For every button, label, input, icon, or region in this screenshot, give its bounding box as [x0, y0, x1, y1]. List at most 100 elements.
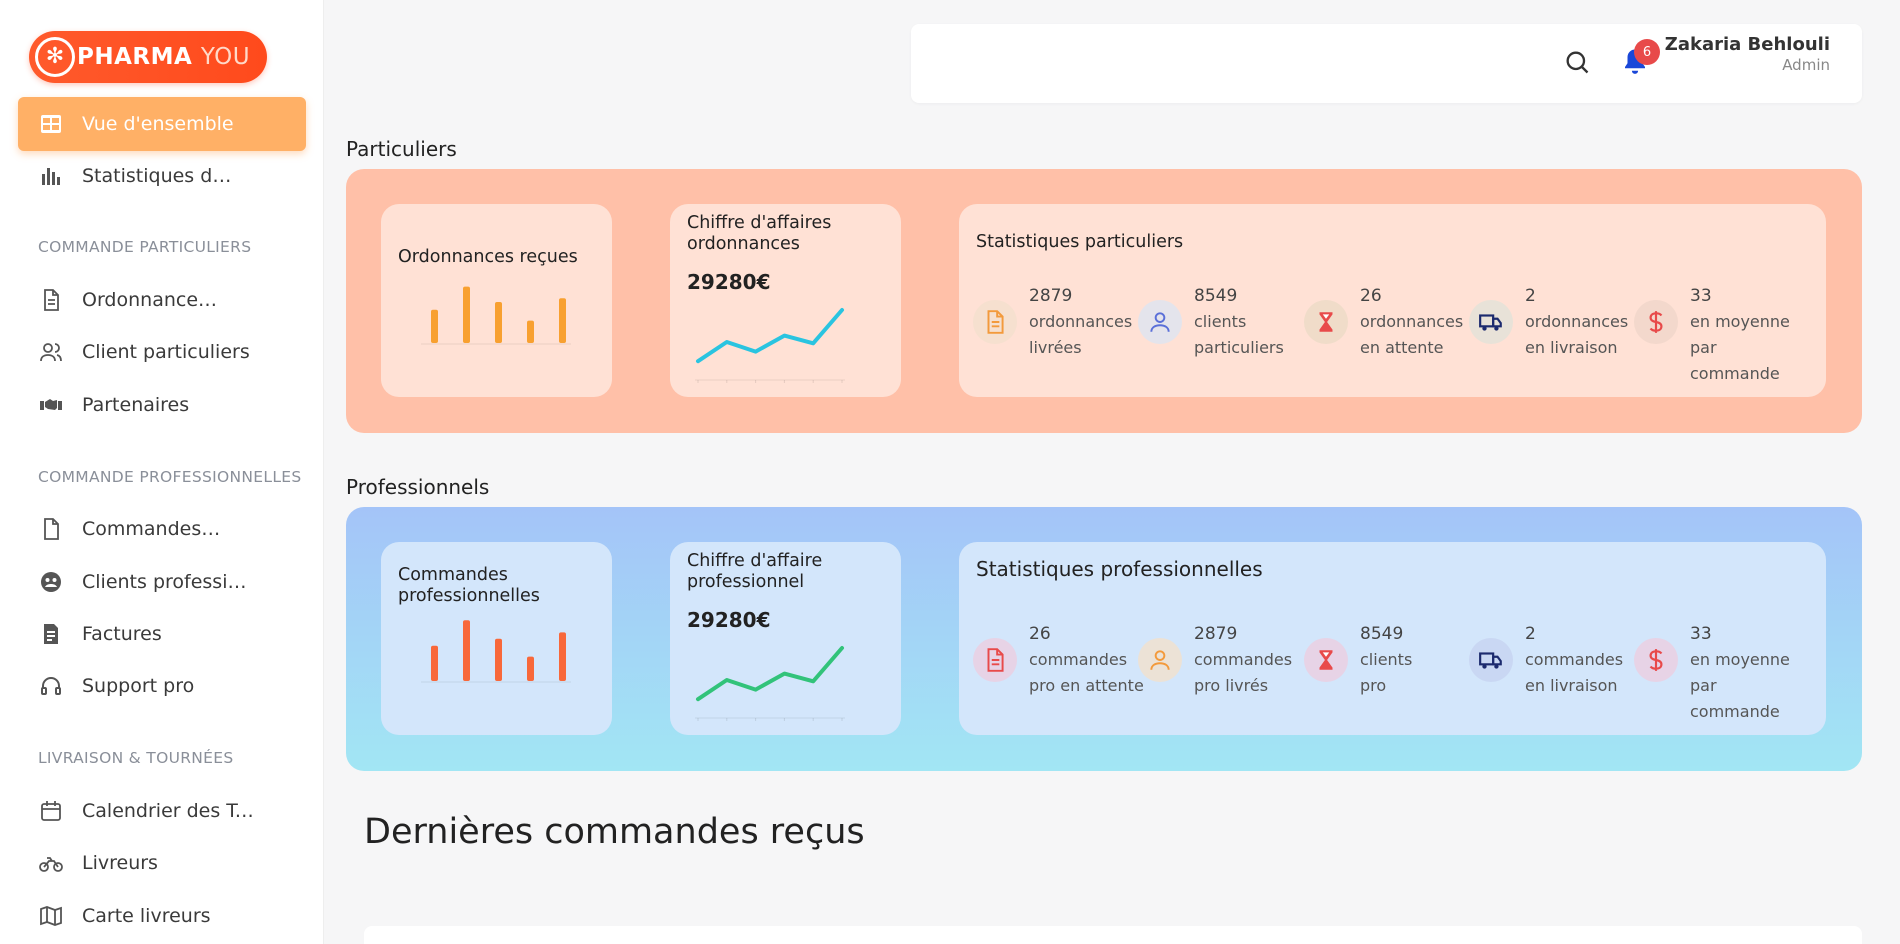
user-name[interactable]: Zakaria Behlouli: [1665, 34, 1830, 55]
chart-bar: [463, 286, 470, 343]
chart-bar: [559, 632, 566, 681]
stat-value: 8549: [1194, 286, 1238, 306]
stat-value: 26: [1360, 286, 1382, 306]
headset-icon: [38, 673, 64, 699]
mini-line-chart: [695, 308, 845, 383]
user-circle-icon: [38, 569, 64, 595]
dollar-icon: [1634, 300, 1678, 344]
logo-icon: ✻: [35, 37, 75, 77]
ordonnances-card[interactable]: Ordonnances reçues: [381, 204, 612, 397]
stat-label: en moyenne par commande: [1690, 312, 1790, 383]
sidebar-item-statistics[interactable]: Statistiques détaillées: [18, 149, 306, 203]
chart-bar: [431, 645, 438, 681]
sidebar-item-commandes[interactable]: Commandes reçues: [18, 502, 306, 556]
chart-bar: [527, 320, 534, 343]
chart-bar: [495, 638, 502, 681]
truck-icon: [1469, 638, 1513, 682]
ca-pro-card[interactable]: Chiffre d'affaire professionnel 29280€: [670, 542, 901, 735]
section-label-professionnelles: COMMANDE PROFESSIONNELLES: [38, 468, 302, 486]
sidebar-item-label: Carte livreurs: [82, 905, 211, 927]
card-title: Chiffre d'affaire professionnel: [687, 551, 823, 592]
app-logo[interactable]: ✻ PHARMA YOU: [29, 31, 267, 83]
handshake-icon: [38, 392, 64, 418]
sidebar-item-overview[interactable]: Vue d'ensemble: [18, 97, 306, 151]
section-label-particuliers: COMMANDE PARTICULIERS: [38, 238, 252, 256]
calendar-icon: [38, 798, 64, 824]
card-title: Statistiques particuliers: [976, 232, 1184, 252]
dollar-icon: [1634, 638, 1678, 682]
mini-bar-chart: [421, 620, 571, 683]
top-bar: 6 Zakaria Behlouli Admin: [911, 24, 1862, 103]
commandes-pro-card[interactable]: Commandes professionnelles: [381, 542, 612, 735]
card-title: Ordonnances reçues: [398, 247, 578, 267]
chart-bar: [463, 620, 470, 681]
hourglass-icon: [1304, 638, 1348, 682]
sidebar-item-label: Commandes reçues: [82, 518, 222, 540]
sidebar-item-clients-pro[interactable]: Clients professionnels: [18, 555, 306, 609]
chart-bar: [495, 302, 502, 343]
stat-value: 33: [1690, 624, 1712, 644]
document-icon: [973, 638, 1017, 682]
stat-value: 2879: [1194, 624, 1238, 644]
stat-value: 33: [1690, 286, 1712, 306]
sidebar-item-label: Partenaires: [82, 394, 190, 416]
stats-particuliers-card: Statistiques particuliers 2879 ordonnanc…: [959, 204, 1826, 397]
sidebar-item-label: Statistiques détaillées: [82, 165, 234, 187]
sidebar-item-partenaires[interactable]: Partenaires: [18, 378, 306, 432]
sidebar-item-label: Calendrier des Tournées: [82, 800, 264, 822]
chart-line: [696, 308, 844, 364]
ca-ordonnances-card[interactable]: Chiffre d'affaires ordonnances 29280€: [670, 204, 901, 397]
motorcycle-icon: [38, 850, 64, 876]
file-icon: [38, 516, 64, 542]
section-title-professionnels: Professionnels: [346, 475, 490, 499]
chart-bar: [527, 656, 534, 681]
sidebar-item-clients-particuliers[interactable]: Client particuliers: [18, 325, 306, 379]
card-title: Chiffre d'affaires ordonnances: [687, 213, 832, 254]
card-title: Statistiques professionnelles: [976, 557, 1263, 581]
sidebar-item-label: Livreurs: [82, 852, 158, 874]
chart-bar: [431, 309, 438, 343]
sidebar-item-calendrier[interactable]: Calendrier des Tournées: [18, 784, 306, 838]
particuliers-panel: Ordonnances reçues Chiffre d'affaires or…: [346, 169, 1862, 433]
document-icon: [973, 300, 1017, 344]
sidebar: ✻ PHARMA YOU Vue d'ensemble Statistiques…: [0, 0, 324, 944]
sidebar-item-label: Vue d'ensemble: [82, 113, 234, 135]
sidebar-item-support[interactable]: Support pro: [18, 659, 306, 713]
sidebar-item-livreurs[interactable]: Livreurs: [18, 836, 306, 890]
sidebar-item-factures[interactable]: Factures: [18, 607, 306, 661]
stat-label: en moyenne par commande: [1690, 650, 1790, 721]
sidebar-item-label: Support pro: [82, 675, 195, 697]
recent-orders-table: [364, 926, 1862, 944]
mini-line-chart: [695, 646, 845, 721]
mini-bar-chart: [421, 286, 571, 345]
notification-badge: 6: [1634, 39, 1660, 65]
sidebar-item-label: Client particuliers: [82, 341, 250, 363]
sidebar-item-label: Clients professionnels: [82, 571, 257, 593]
stat-value: 2: [1525, 624, 1536, 644]
search-icon[interactable]: [1563, 48, 1593, 78]
sidebar-item-carte[interactable]: Carte livreurs: [18, 889, 306, 943]
card-value: 29280€: [687, 270, 771, 294]
stat-value: 2: [1525, 286, 1536, 306]
stat-value: 2879: [1029, 286, 1073, 306]
user-icon: [1138, 638, 1182, 682]
professionnels-panel: Commandes professionnelles Chiffre d'aff…: [346, 507, 1862, 771]
hourglass-icon: [1304, 300, 1348, 344]
bar-chart-icon: [38, 163, 64, 189]
section-label-livraison: LIVRAISON & TOURNÉES: [38, 749, 234, 767]
user-role: Admin: [1782, 56, 1830, 74]
card-title: Commandes professionnelles: [398, 565, 540, 606]
logo-text: PHARMA YOU: [77, 44, 251, 70]
sidebar-item-ordonnances[interactable]: Ordonnance reçues: [18, 273, 306, 327]
sidebar-item-label: Factures: [82, 623, 162, 645]
invoice-icon: [38, 621, 64, 647]
user-icon: [1138, 300, 1182, 344]
section-title-particuliers: Particuliers: [346, 137, 457, 161]
card-value: 29280€: [687, 608, 771, 632]
users-icon: [38, 339, 64, 365]
document-icon: [38, 287, 64, 313]
map-icon: [38, 903, 64, 929]
chart-bar: [559, 298, 566, 343]
chart-line: [696, 646, 844, 702]
sidebar-item-label: Ordonnance reçues: [82, 289, 222, 311]
